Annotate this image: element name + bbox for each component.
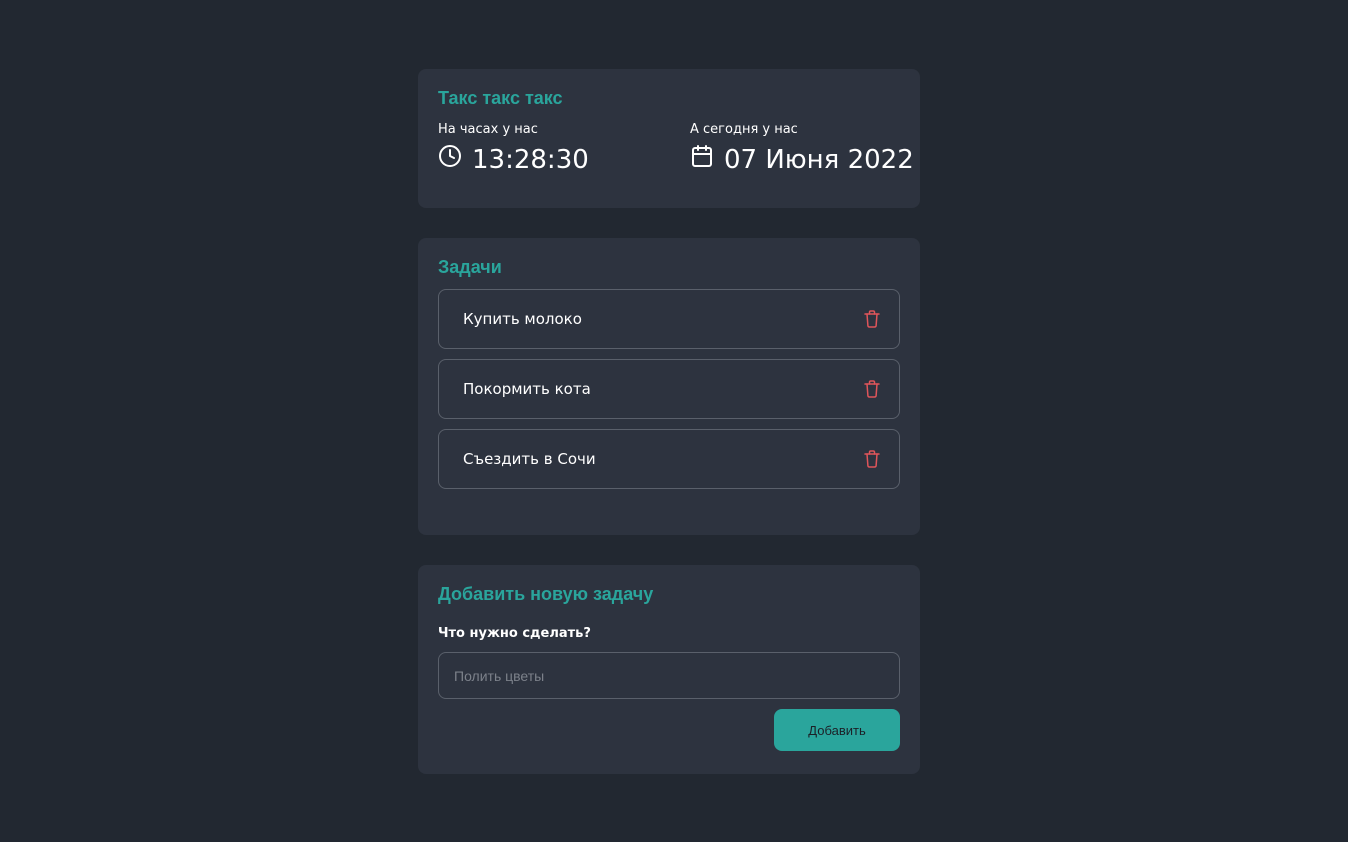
date-display: 07 Июня 2022	[690, 144, 914, 176]
clock-row: На часах у нас 13:28:30 А сегодня у нас	[438, 122, 914, 176]
button-row: Добавить	[438, 709, 900, 751]
add-task-title: Добавить новую задачу	[438, 584, 654, 604]
tasks-title: Задачи	[438, 257, 502, 277]
date-block: А сегодня у нас 07 Июня 2022	[690, 122, 914, 176]
tasks-card: Задачи Купить молоко Покормить кота Съез…	[418, 238, 920, 535]
calendar-icon	[690, 144, 724, 176]
date-label: А сегодня у нас	[690, 122, 798, 137]
trash-icon[interactable]	[863, 310, 881, 328]
task-label: Купить молоко	[463, 310, 582, 328]
app-title: Такс такс такс	[438, 88, 563, 108]
clock-card: Такс такс такс На часах у нас 13:28:30 А…	[418, 69, 920, 208]
time-block: На часах у нас 13:28:30	[438, 122, 589, 176]
app-container: Такс такс такс На часах у нас 13:28:30 А…	[418, 69, 920, 774]
task-input[interactable]	[438, 652, 900, 699]
task-label: Покормить кота	[463, 380, 591, 398]
trash-icon[interactable]	[863, 450, 881, 468]
add-task-card: Добавить новую задачу Что нужно сделать?…	[418, 565, 920, 774]
trash-icon[interactable]	[863, 380, 881, 398]
task-field-label: Что нужно сделать?	[438, 626, 591, 641]
add-task-button[interactable]: Добавить	[774, 709, 900, 751]
task-item[interactable]: Купить молоко	[438, 289, 900, 349]
task-item[interactable]: Съездить в Сочи	[438, 429, 900, 489]
time-label: На часах у нас	[438, 122, 538, 137]
task-item[interactable]: Покормить кота	[438, 359, 900, 419]
date-value: 07 Июня 2022	[724, 145, 914, 175]
task-list: Купить молоко Покормить кота Съездить в …	[438, 289, 900, 489]
task-label: Съездить в Сочи	[463, 450, 596, 468]
time-display: 13:28:30	[438, 144, 589, 176]
clock-icon	[438, 144, 472, 176]
time-value: 13:28:30	[472, 145, 589, 175]
